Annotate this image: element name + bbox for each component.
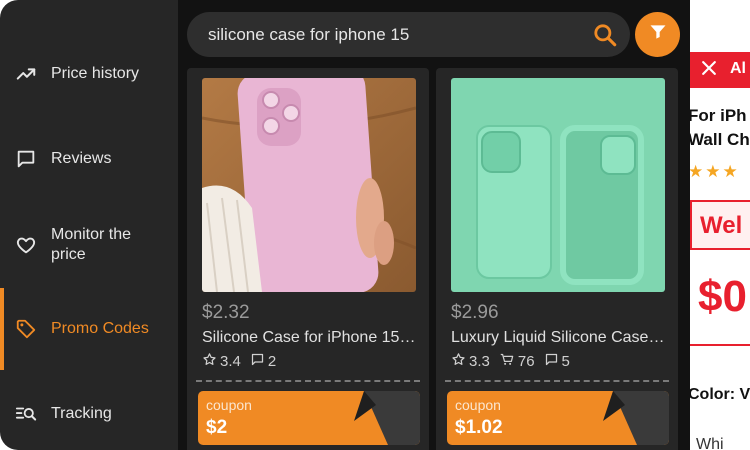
sidebar-item-monitor-price[interactable]: Monitor the price: [0, 222, 178, 268]
welcome-text: Wel: [700, 212, 743, 239]
coupon-peel-graphic: [354, 391, 420, 445]
deal-price: $0: [698, 272, 747, 321]
rating-stars: ★★★: [690, 162, 740, 181]
coupon-label: coupon: [206, 397, 252, 413]
search-icon[interactable]: [590, 20, 620, 50]
coupon-label: coupon: [455, 397, 501, 413]
coupon-button[interactable]: coupon $2: [198, 391, 420, 445]
product-image[interactable]: [202, 78, 416, 292]
tag-icon: [13, 316, 39, 342]
reviews-stat: 2: [250, 352, 276, 371]
banner-text: Al: [730, 60, 746, 77]
product-price: $2.96: [451, 302, 499, 323]
sidebar-item-reviews[interactable]: Reviews: [0, 141, 178, 177]
page-banner: Al: [690, 52, 750, 88]
search-query-text[interactable]: silicone case for iphone 15: [208, 12, 409, 57]
reviews-stat: 5: [544, 352, 570, 371]
product-image[interactable]: [451, 78, 665, 292]
product-title[interactable]: Luxury Liquid Silicone Case for iPhone 1…: [451, 329, 667, 347]
product-stats: 3.4 2: [202, 352, 285, 371]
title-line: For iPh: [690, 106, 747, 125]
rating-value: 3.4: [220, 353, 241, 370]
chat-bubble-icon: [13, 146, 39, 172]
close-icon[interactable]: [699, 58, 719, 83]
deal-price-box: $0: [690, 262, 750, 346]
filter-icon: [648, 22, 668, 47]
sidebar-item-label: Promo Codes: [51, 320, 149, 337]
sidebar: Price history Reviews Monitor the price …: [0, 0, 178, 450]
product-card[interactable]: $2.96 Luxury Liquid Silicone Case for iP…: [436, 68, 678, 450]
coupon-value: $2: [206, 417, 228, 438]
rating-value: 3.3: [469, 353, 490, 370]
coupon-button[interactable]: coupon $1.02: [447, 391, 669, 445]
reviews-count: 5: [561, 353, 570, 370]
comment-icon: [544, 352, 562, 371]
cart-icon: [499, 352, 518, 371]
trend-line-icon: [13, 61, 39, 87]
star-outline-icon: [451, 352, 469, 371]
welcome-box: Wel: [690, 200, 750, 250]
orders-count: 76: [517, 353, 535, 370]
reviews-count: 2: [267, 353, 277, 370]
main-panel: silicone case for iphone 15 $2.32 Silico…: [178, 0, 690, 450]
page-product-title: For iPh Wall Ch: [690, 104, 750, 152]
product-title[interactable]: Silicone Case for iPhone 15 Pro Max Shoc…: [202, 329, 418, 347]
sidebar-item-promo-codes[interactable]: Promo Codes: [0, 288, 178, 370]
sidebar-item-label: Reviews: [51, 150, 112, 167]
product-stats: 3.3 76 5: [451, 352, 579, 371]
divider: [445, 380, 669, 382]
color-label: Color: V: [690, 386, 750, 403]
orders-stat: 76: [499, 352, 535, 371]
rating-stat: 3.4: [202, 352, 241, 371]
background-product-page: Al For iPh Wall Ch ★★★ Wel $0 Color: V W…: [690, 0, 750, 450]
coupon-peel-graphic: [603, 391, 669, 445]
rating-stat: 3.3: [451, 352, 490, 371]
sidebar-item-label: Tracking: [51, 405, 112, 422]
product-card[interactable]: $2.32 Silicone Case for iPhone 15 Pro Ma…: [187, 68, 429, 450]
sidebar-item-price-history[interactable]: Price history: [0, 56, 178, 92]
sidebar-item-tracking[interactable]: Tracking: [0, 396, 178, 432]
sidebar-item-label: Price history: [51, 65, 140, 82]
app-frame: Price history Reviews Monitor the price …: [0, 0, 750, 450]
page-bottom-text: Whi: [696, 436, 724, 450]
comment-icon: [250, 352, 268, 371]
coupon-value: $1.02: [455, 417, 503, 438]
filter-button[interactable]: [635, 12, 680, 57]
tracking-search-icon: [13, 401, 39, 427]
star-outline-icon: [202, 352, 220, 371]
sidebar-item-label: Monitor the price: [51, 226, 132, 263]
title-line: Wall Ch: [690, 130, 750, 149]
divider: [196, 380, 420, 382]
product-price: $2.32: [202, 302, 250, 323]
search-input[interactable]: silicone case for iphone 15: [187, 12, 630, 57]
heart-icon: [13, 232, 39, 258]
